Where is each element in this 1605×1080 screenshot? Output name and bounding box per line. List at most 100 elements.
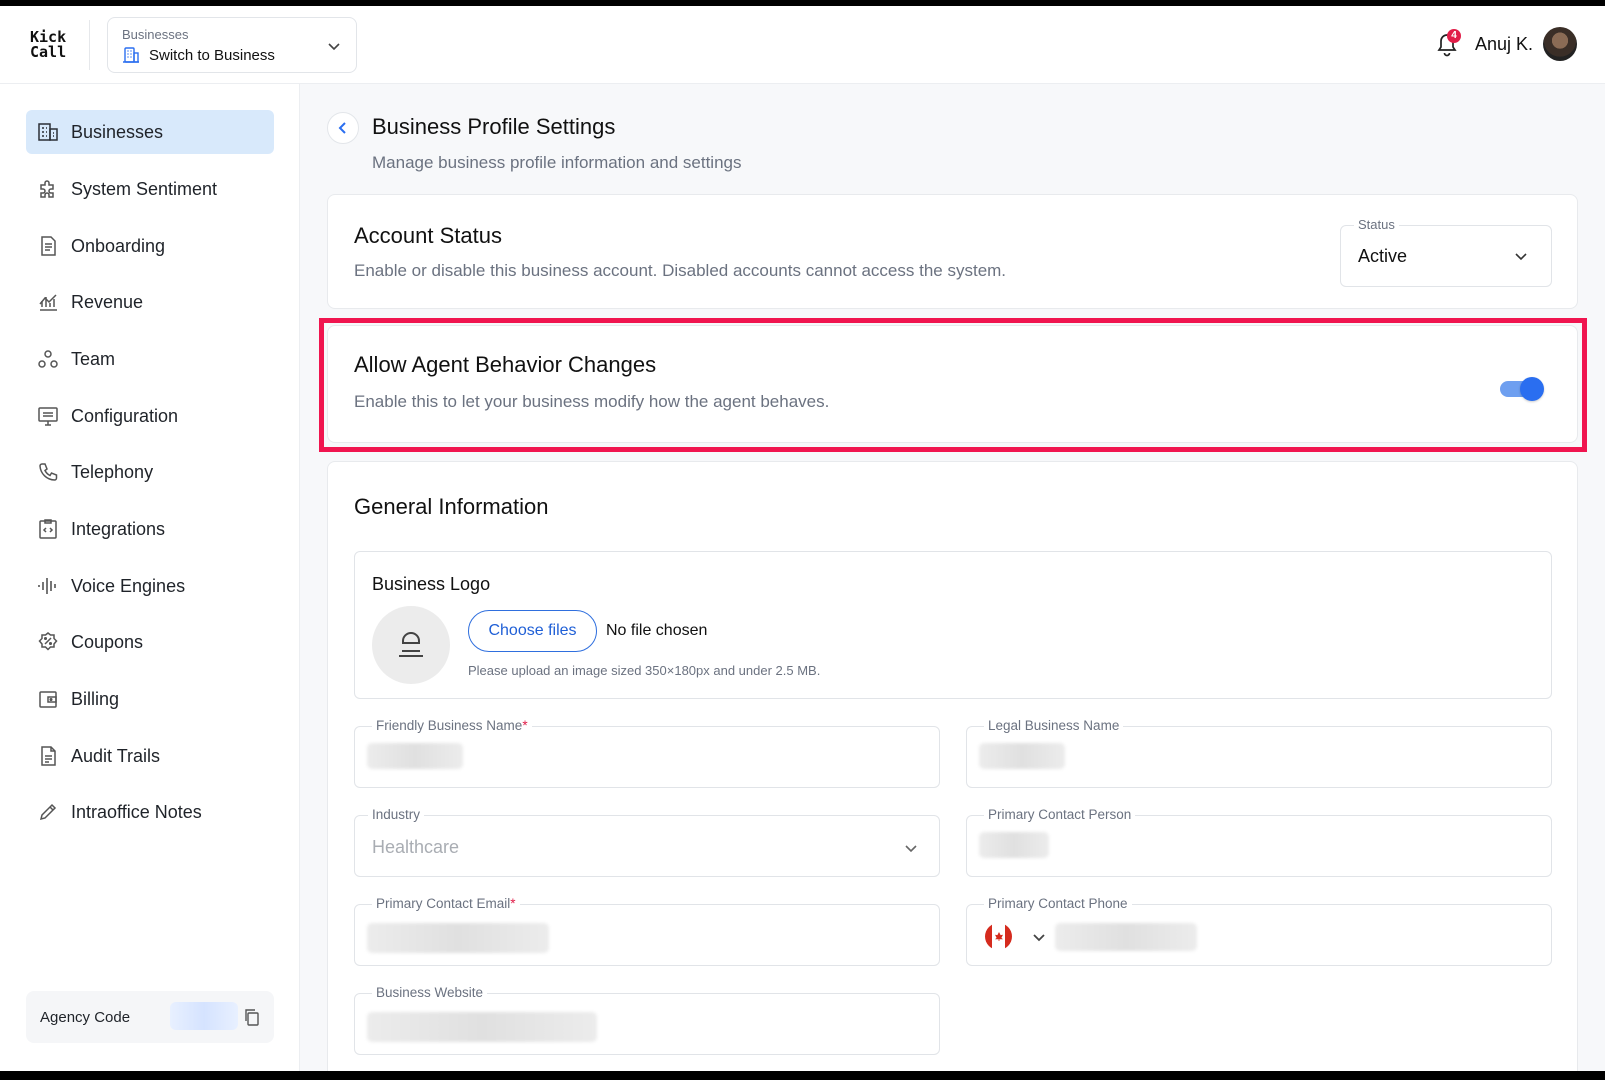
sidebar-item-billing[interactable]: Billing (26, 677, 274, 721)
business-logo-title: Business Logo (372, 574, 491, 594)
agency-code-label: Agency Code (40, 1009, 131, 1026)
sidebar-item-onboarding[interactable]: Onboarding (26, 224, 274, 268)
chart-icon (39, 294, 57, 311)
top-bar: Kick Call Businesses Switch to Business … (0, 6, 1605, 84)
avatar[interactable] (1543, 27, 1577, 61)
sidebar-item-revenue[interactable]: Revenue (26, 280, 274, 324)
contact-phone-field[interactable]: Primary Contact Phone (966, 896, 1552, 966)
field-label: Friendly Business Name* (372, 718, 532, 733)
redacted-value (1055, 923, 1197, 951)
highlight-frame (319, 318, 1587, 452)
contact-person-field[interactable]: Primary Contact Person (966, 807, 1552, 877)
website-label: Business Website (372, 985, 488, 1000)
user-placeholder-icon (399, 632, 423, 657)
redacted-value (979, 743, 1065, 769)
sidebar-item-label: Businesses (71, 121, 164, 142)
building-icon (123, 47, 139, 63)
notification-badge: 4 (1447, 29, 1461, 43)
sidebar-item-integrations[interactable]: Integrations (26, 507, 274, 551)
phone-icon (39, 463, 58, 481)
choose-files-button[interactable]: Choose files (468, 610, 597, 652)
page-title: Business Profile Settings (372, 114, 616, 139)
general-info-title: General Information (354, 494, 549, 519)
sidebar-item-audit-trails[interactable]: Audit Trails (26, 734, 274, 778)
business-switcher[interactable]: Businesses Switch to Business (107, 17, 357, 73)
redacted-value (367, 743, 463, 769)
account-status-description: Enable or disable this business account.… (354, 261, 1007, 280)
sidebar-item-businesses[interactable]: Businesses (26, 110, 274, 154)
redacted-value (979, 832, 1049, 858)
app-window: Kick Call Businesses Switch to Business … (0, 6, 1605, 1071)
sidebar-item-label: Intraoffice Notes (71, 801, 202, 822)
code-clipboard-icon (39, 519, 57, 539)
redacted-value (367, 1012, 597, 1042)
sidebar-item-label: Configuration (71, 405, 179, 426)
status-select[interactable]: Status Active (1340, 217, 1552, 287)
back-button[interactable] (327, 112, 359, 144)
kickcall-logo[interactable]: Kick Call (30, 30, 66, 60)
file-lines-icon (41, 746, 56, 766)
sidebar-item-coupons[interactable]: Coupons (26, 620, 274, 664)
sidebar-item-label: Integrations (71, 518, 166, 539)
wallet-icon (39, 691, 57, 708)
legal-name-label: Legal Business Name (984, 718, 1124, 733)
field-label: Primary Contact Email* (372, 896, 520, 911)
sidebar-item-label: Audit Trails (71, 745, 161, 766)
friendly-name-field[interactable]: Friendly Business Name* (354, 718, 940, 788)
contact-phone-label: Primary Contact Phone (984, 896, 1132, 911)
required-mark: * (510, 896, 516, 911)
logo-placeholder (372, 606, 450, 684)
sidebar-item-telephony[interactable]: Telephony (26, 450, 274, 494)
sidebar-item-label: Team (71, 348, 116, 369)
header-divider (89, 20, 90, 70)
sidebar-item-label: Revenue (71, 291, 144, 312)
toggle-knob (1520, 377, 1544, 401)
agency-code-value-redacted (170, 1002, 238, 1030)
status-select-label: Status (1354, 217, 1399, 232)
legal-name-field[interactable]: Legal Business Name (966, 718, 1552, 788)
contact-email-field[interactable]: Primary Contact Email* (354, 896, 940, 966)
copy-icon[interactable] (242, 1007, 262, 1027)
account-status-title: Account Status (354, 223, 502, 248)
business-switcher-value: Switch to Business (149, 47, 275, 64)
industry-label: Industry (368, 807, 425, 822)
sidebar: Businesses System Sentiment Onboarding R… (0, 84, 300, 1071)
pencil-icon (39, 803, 57, 821)
waveform-icon (38, 578, 56, 594)
sidebar-item-label: Coupons (71, 631, 144, 652)
upload-hint: Please upload an image sized 350×180px a… (468, 663, 821, 678)
sidebar-item-label: Telephony (71, 461, 154, 482)
sidebar-item-system-sentiment[interactable]: System Sentiment (26, 167, 274, 211)
sidebar-item-label: Onboarding (71, 235, 166, 256)
team-icon (38, 350, 58, 368)
agency-code-panel: Agency Code (26, 991, 274, 1043)
required-mark: * (522, 718, 528, 733)
industry-value: Healthcare (372, 837, 460, 857)
sidebar-item-label: System Sentiment (71, 178, 218, 199)
puzzle-icon (40, 180, 54, 198)
redacted-value (367, 923, 549, 953)
user-name[interactable]: Anuj K. (1475, 34, 1533, 55)
sidebar-item-intraoffice-notes[interactable]: Intraoffice Notes (26, 790, 274, 834)
sidebar-item-voice-engines[interactable]: Voice Engines (26, 564, 274, 608)
business-logo-section: Business Logo Choose files No file chose… (354, 551, 1552, 699)
agent-behavior-toggle[interactable] (1500, 377, 1544, 401)
chevron-down-icon (328, 43, 340, 51)
status-select-value: Active (1358, 246, 1408, 266)
sidebar-item-team[interactable]: Team (26, 337, 274, 381)
document-icon (41, 236, 56, 256)
sidebar-item-label: Billing (71, 688, 120, 709)
chevron-down-icon[interactable] (1031, 929, 1047, 945)
logo-line-2: Call (30, 43, 67, 61)
contact-email-label: Primary Contact Email (376, 896, 511, 911)
sidebar-item-configuration[interactable]: Configuration (26, 394, 274, 438)
chevron-down-icon (1515, 253, 1527, 261)
canada-flag-icon[interactable] (985, 923, 1012, 950)
monitor-settings-icon (38, 407, 58, 426)
sidebar-item-label: Voice Engines (71, 575, 186, 596)
chevron-down-icon (905, 845, 917, 853)
coupon-icon (38, 632, 58, 651)
website-field[interactable]: Business Website (354, 985, 940, 1055)
contact-person-label: Primary Contact Person (984, 807, 1136, 822)
industry-select[interactable]: Industry Healthcare (354, 807, 940, 877)
